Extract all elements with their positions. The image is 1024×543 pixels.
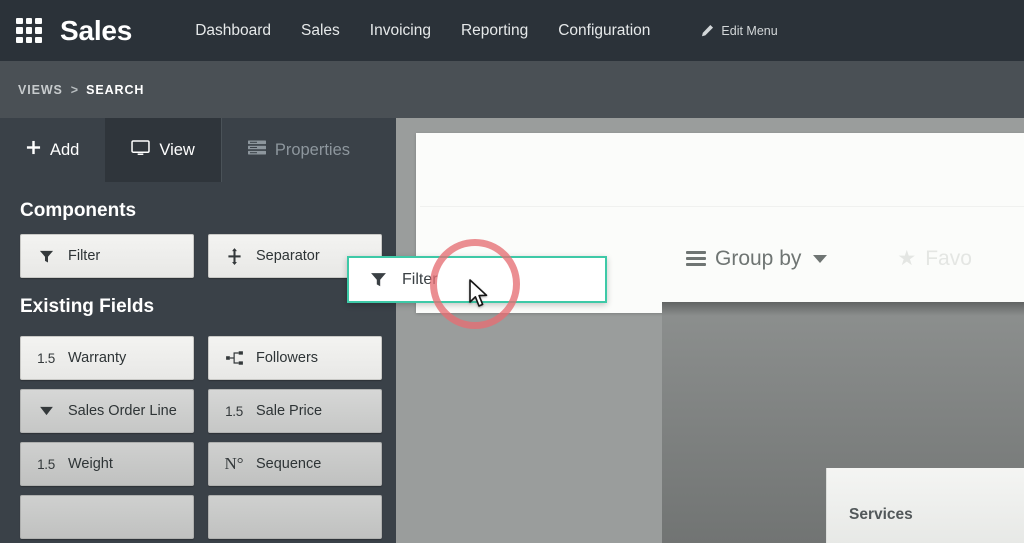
app-brand-title: Sales bbox=[60, 14, 133, 46]
field-label-sequence: Sequence bbox=[256, 456, 322, 472]
tab-view-label: View bbox=[159, 140, 195, 159]
number-sign-icon: N° bbox=[224, 454, 244, 473]
field-label-weight: Weight bbox=[68, 456, 113, 472]
sidebar-tabs: Add View Properties bbox=[0, 118, 396, 182]
search-view-toolbar: Group by ★ Favo bbox=[686, 246, 972, 271]
dragged-filter-chip-label: Filter bbox=[402, 270, 438, 288]
field-button-sequence[interactable]: N° Sequence bbox=[208, 442, 382, 486]
components-section-title: Components bbox=[20, 200, 137, 221]
caret-down-icon bbox=[35, 406, 57, 416]
list-rows-icon bbox=[247, 140, 266, 160]
field-button-followers[interactable]: Followers bbox=[208, 336, 382, 380]
breadcrumb-item-search: SEARCH bbox=[86, 82, 145, 97]
field-button-weight[interactable]: 1.5 Weight bbox=[20, 442, 194, 486]
nav-item-dashboard[interactable]: Dashboard bbox=[180, 14, 286, 48]
dragged-filter-chip[interactable]: Filter bbox=[347, 256, 607, 303]
field-button-partial-right[interactable] bbox=[208, 495, 382, 539]
nav-item-reporting[interactable]: Reporting bbox=[446, 14, 543, 48]
existing-fields-section-title: Existing Fields bbox=[20, 296, 155, 317]
field-button-partial-left[interactable] bbox=[20, 495, 194, 539]
breadcrumb: VIEWS > SEARCH bbox=[0, 61, 1024, 118]
tab-add-label: Add bbox=[50, 140, 80, 159]
components-list: Filter Separator bbox=[0, 234, 396, 278]
funnel-icon bbox=[367, 271, 389, 288]
pencil-icon bbox=[701, 24, 714, 37]
decimal-1-5-icon: 1.5 bbox=[37, 350, 55, 366]
arrows-vertical-icon bbox=[223, 247, 245, 265]
plus-icon bbox=[26, 140, 41, 160]
hamburger-icon bbox=[686, 251, 706, 266]
tab-properties[interactable]: Properties bbox=[220, 118, 376, 182]
workspace-backdrop-shadow bbox=[662, 302, 1024, 316]
nav-item-sales[interactable]: Sales bbox=[286, 14, 355, 48]
field-button-warranty[interactable]: 1.5 Warranty bbox=[20, 336, 194, 380]
tab-add[interactable]: Add bbox=[0, 118, 105, 182]
view-editor-workspace: Group by ★ Favo Filters Services Product… bbox=[396, 118, 1024, 543]
breadcrumb-item-views[interactable]: VIEWS bbox=[18, 83, 63, 97]
breadcrumb-separator: > bbox=[70, 82, 79, 97]
tab-view[interactable]: View bbox=[105, 118, 221, 182]
existing-fields-list: 1.5 Warranty Followers Sales Order Line … bbox=[0, 336, 396, 539]
monitor-icon bbox=[131, 139, 151, 161]
field-label-sales-order-line: Sales Order Line bbox=[68, 403, 177, 419]
nav-item-configuration[interactable]: Configuration bbox=[543, 14, 665, 48]
field-button-sales-order-line[interactable]: Sales Order Line bbox=[20, 389, 194, 433]
component-separator-label: Separator bbox=[256, 248, 320, 264]
apps-grid-icon[interactable] bbox=[14, 16, 44, 46]
edit-menu-button[interactable]: Edit Menu bbox=[701, 23, 778, 38]
field-button-sale-price[interactable]: 1.5 Sale Price bbox=[208, 389, 382, 433]
app-root: Sales Dashboard Sales Invoicing Reportin… bbox=[0, 0, 1024, 543]
component-filter-label: Filter bbox=[68, 248, 101, 264]
chevron-down-icon bbox=[813, 254, 828, 263]
main-menu: Dashboard Sales Invoicing Reporting Conf… bbox=[180, 14, 665, 48]
edit-menu-label: Edit Menu bbox=[721, 23, 778, 38]
group-by-label: Group by bbox=[715, 246, 802, 270]
field-label-followers: Followers bbox=[256, 350, 319, 366]
filter-options-dropdown: Services Products Can be Sold bbox=[826, 468, 1024, 543]
field-label-warranty: Warranty bbox=[68, 350, 127, 366]
decimal-1-5-icon: 1.5 bbox=[37, 456, 55, 472]
star-icon: ★ bbox=[897, 247, 917, 270]
sitemap-icon bbox=[223, 351, 245, 365]
nav-item-invoicing[interactable]: Invoicing bbox=[355, 14, 446, 48]
group-by-dropdown[interactable]: Group by bbox=[686, 246, 828, 271]
field-label-sale-price: Sale Price bbox=[256, 403, 323, 419]
component-filter-button[interactable]: Filter bbox=[20, 234, 194, 278]
dropdown-item-services[interactable]: Services bbox=[849, 506, 913, 524]
top-navigation-bar: Sales Dashboard Sales Invoicing Reportin… bbox=[0, 0, 1024, 61]
tab-properties-label: Properties bbox=[274, 140, 351, 159]
panel-divider bbox=[420, 206, 1024, 207]
funnel-icon bbox=[35, 249, 57, 264]
left-sidebar: Add View Properties Components Filter Se… bbox=[0, 118, 396, 543]
favorites-dropdown[interactable]: ★ Favo bbox=[897, 246, 972, 271]
favorites-label: Favo bbox=[925, 246, 972, 270]
decimal-1-5-icon: 1.5 bbox=[225, 403, 243, 419]
